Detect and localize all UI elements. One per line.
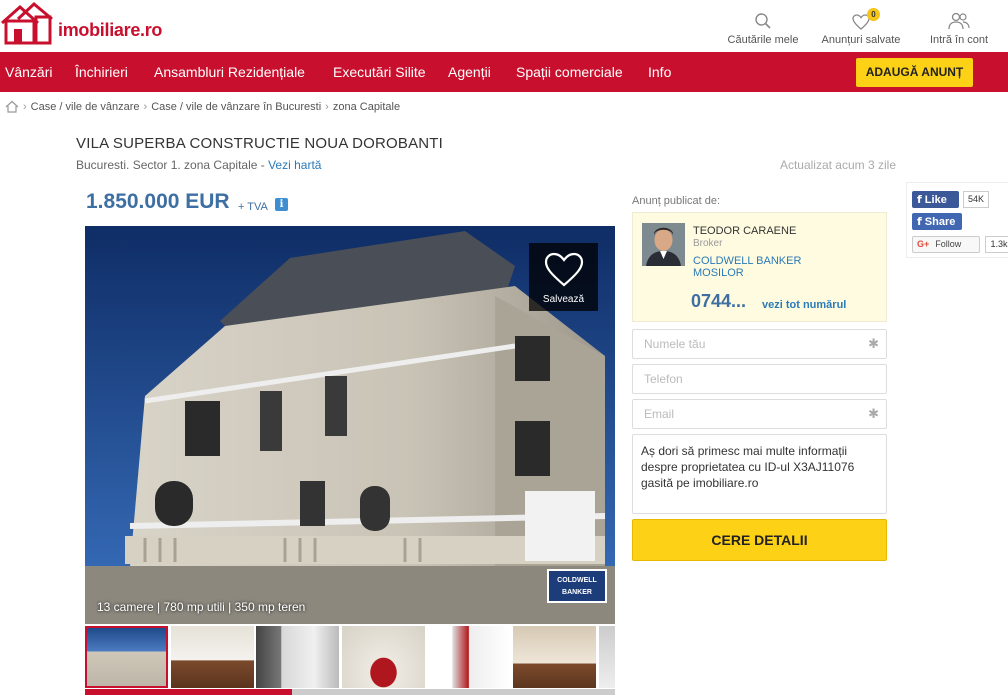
fb-like-count: 54K <box>963 191 989 208</box>
name-field[interactable] <box>632 329 887 359</box>
saved-listings-label: Anunțuri salvate <box>821 34 901 46</box>
breadcrumb-link-houses-bucharest[interactable]: Case / vile de vânzare în Bucuresti <box>151 101 321 113</box>
vat-label: + TVA <box>238 201 268 213</box>
agent-photo <box>642 223 685 266</box>
listing-price: 1.850.000 EUR <box>86 190 230 213</box>
thumbnail-image[interactable] <box>256 626 340 688</box>
required-star-icon: ✱ <box>868 336 879 351</box>
message-textarea[interactable]: Aș dori să primesc mai multe informații … <box>632 434 887 514</box>
request-details-button[interactable]: CERE DETALII <box>632 519 887 561</box>
nav-item-rentals[interactable]: Închirieri <box>75 52 128 92</box>
published-by-label: Anunț publicat de: <box>632 195 721 207</box>
facebook-share-button[interactable]: f Share <box>912 213 962 230</box>
logo-text: imobiliare.ro <box>58 20 163 40</box>
updated-timestamp: Actualizat acum 3 zile <box>779 158 896 172</box>
facebook-icon: f <box>917 193 922 206</box>
breadcrumb-link-zone[interactable]: zona Capitale <box>333 101 400 113</box>
nav-item-info[interactable]: Info <box>648 52 671 92</box>
fb-share-label: Share <box>924 216 956 228</box>
fb-like-label: Like <box>924 194 947 206</box>
breadcrumb-separator: › <box>23 100 27 113</box>
agency-link[interactable]: COLDWELL BANKER MOSILOR <box>693 255 823 279</box>
social-widget: f Like 54K f Share G+ Follow 1.3k <box>906 182 1008 258</box>
show-full-number-link[interactable]: vezi tot numărul <box>762 299 846 311</box>
view-map-link[interactable]: Vezi hartă <box>268 158 321 172</box>
login-button[interactable]: Intră în cont <box>910 8 1008 46</box>
nav-item-commercial-spaces[interactable]: Spații comerciale <box>516 52 623 92</box>
agent-card: TEODOR CARAENE Broker COLDWELL BANKER MO… <box>632 212 887 322</box>
facebook-like-button[interactable]: f Like <box>912 191 959 208</box>
my-searches-button[interactable]: Căutările mele <box>714 8 812 46</box>
location-text: Bucuresti. Sector 1. zona Capitale - <box>76 158 269 172</box>
g-follow-label: Follow <box>935 239 962 249</box>
agency-watermark-logo: COLDWELL BANKER <box>547 569 607 603</box>
nav-item-sales[interactable]: Vânzări <box>5 52 52 92</box>
search-icon <box>755 13 771 29</box>
agent-avatar[interactable] <box>642 223 685 266</box>
site-header: imobiliare.ro Căutările mele 0 Anunțuri … <box>0 0 1008 52</box>
my-searches-label: Căutările mele <box>727 34 799 46</box>
photo-carousel-progress[interactable] <box>85 689 615 695</box>
thumbnail-image[interactable] <box>85 626 168 688</box>
saved-count-badge: 0 <box>867 8 880 21</box>
thumbnail-strip <box>85 626 615 688</box>
saved-listings-button[interactable]: 0 Anunțuri salvate <box>812 8 910 46</box>
home-icon[interactable] <box>5 100 19 113</box>
thumbnail-image[interactable] <box>512 626 596 688</box>
nav-item-foreclosures[interactable]: Executări Silite <box>333 52 426 92</box>
thumbnail-image[interactable] <box>598 626 615 688</box>
save-listing-button[interactable]: Salvează <box>529 243 598 311</box>
google-plus-icon: G+ <box>917 239 930 249</box>
save-label: Salvează <box>542 294 585 305</box>
breadcrumb-separator: › <box>325 100 329 113</box>
login-label: Intră în cont <box>929 34 989 46</box>
heart-icon <box>544 252 583 287</box>
phone-field[interactable] <box>632 364 887 394</box>
breadcrumb-link-houses[interactable]: Case / vile de vânzare <box>31 101 140 113</box>
listing-title: VILA SUPERBA CONSTRUCTIE NOUA DOROBANTI <box>76 135 444 152</box>
g-follow-count: 1.3k <box>985 236 1008 253</box>
thumbnail-image[interactable] <box>427 626 511 688</box>
add-listing-button[interactable]: ADAUGĂ ANUNȚ <box>856 58 973 87</box>
required-star-icon: ✱ <box>868 406 879 421</box>
email-field-wrapper: ✱ <box>632 399 887 429</box>
listing-location: Bucuresti. Sector 1. zona Capitale - Vez… <box>76 158 321 172</box>
agent-phone: 0744... <box>691 291 747 311</box>
house-logo-icon <box>1 1 53 45</box>
agent-role: Broker <box>693 238 723 249</box>
info-icon[interactable]: i <box>275 198 288 211</box>
main-photo[interactable]: Salvează COLDWELL BANKER 13 camere | 780… <box>85 226 615 624</box>
phone-field-wrapper <box>632 364 887 394</box>
nav-item-residential-complexes[interactable]: Ansambluri Rezidențiale <box>154 52 305 92</box>
breadcrumb-separator: › <box>143 100 148 113</box>
site-logo[interactable]: imobiliare.ro <box>0 0 162 48</box>
name-field-wrapper: ✱ <box>632 329 887 359</box>
thumbnail-image[interactable] <box>341 626 425 688</box>
breadcrumb: › Case / vile de vânzare › Case / vile d… <box>5 100 400 113</box>
progress-fill <box>85 689 292 695</box>
google-plus-follow-button[interactable]: G+ Follow <box>912 236 980 253</box>
nav-item-agencies[interactable]: Agenții <box>448 52 491 92</box>
facebook-icon: f <box>917 215 922 228</box>
email-field[interactable] <box>632 399 887 429</box>
main-nav: Vânzări Închirieri Ansambluri Rezidenția… <box>0 52 1008 92</box>
agent-name: TEODOR CARAENE <box>693 225 797 237</box>
users-icon <box>948 12 970 30</box>
thumbnail-image[interactable] <box>170 626 254 688</box>
photo-caption: 13 camere | 780 mp utili | 350 mp teren <box>97 600 306 614</box>
